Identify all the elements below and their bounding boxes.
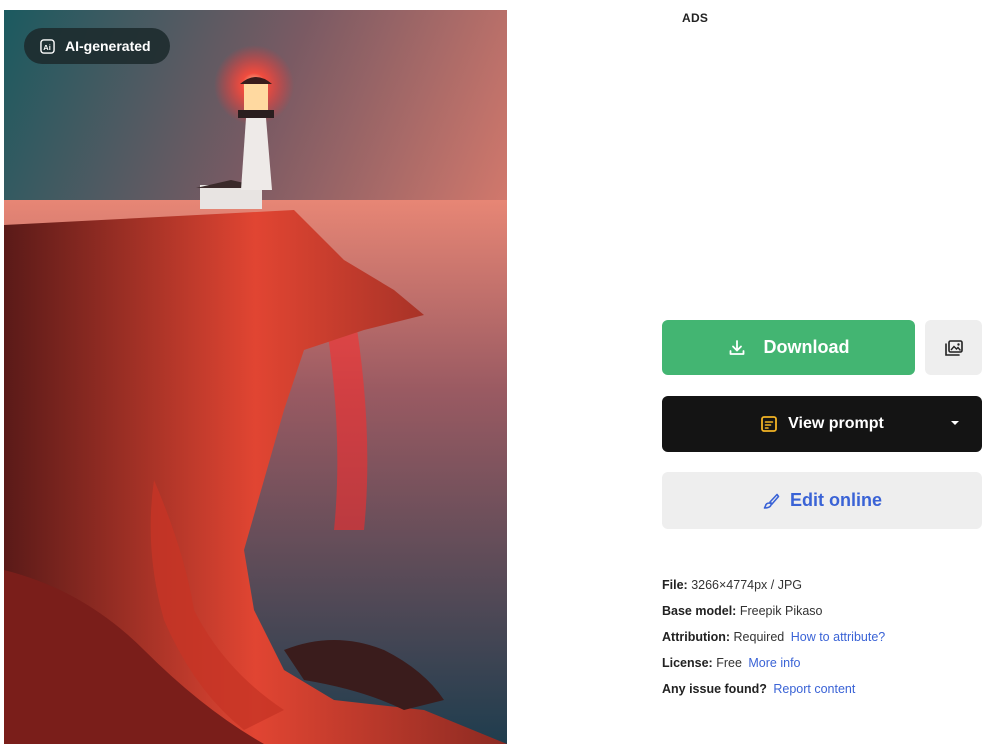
lighthouse-illustration [4, 10, 507, 744]
file-row: File: 3266×4774px / JPG [662, 576, 885, 602]
chevron-down-icon[interactable] [950, 418, 960, 428]
base-model-key: Base model: [662, 604, 737, 618]
add-to-collection-button[interactable] [925, 320, 982, 375]
base-model-value: Freepik Pikaso [739, 604, 823, 618]
edit-online-label: Edit online [790, 490, 882, 510]
attribution-value: Required [733, 630, 785, 644]
file-key: File: [662, 578, 688, 592]
issue-row: Any issue found? Report content [662, 680, 885, 706]
edit-online-button[interactable]: Edit online [662, 472, 982, 529]
issue-key: Any issue found? [662, 682, 767, 696]
file-details: File: 3266×4774px / JPG Base model: Free… [662, 576, 885, 706]
add-to-collection-icon [944, 339, 963, 356]
ai-generated-label: AI-generated [65, 38, 151, 54]
more-info-link[interactable]: More info [748, 656, 800, 670]
base-model-row: Base model: Freepik Pikaso [662, 602, 885, 628]
file-value: 3266×4774px / JPG [691, 578, 803, 592]
brush-icon [763, 493, 780, 509]
license-row: License: Free More info [662, 654, 885, 680]
prompt-icon [761, 416, 778, 432]
download-icon [729, 339, 744, 355]
view-prompt-button[interactable]: View prompt [662, 396, 982, 452]
license-key: License: [662, 656, 713, 670]
download-button[interactable]: Download [662, 320, 915, 375]
svg-text:Ai: Ai [43, 42, 51, 51]
attribution-row: Attribution: Required How to attribute? [662, 628, 885, 654]
ads-label: ADS [682, 11, 709, 25]
report-content-link[interactable]: Report content [773, 682, 855, 696]
ai-sparkle-icon: Ai [40, 38, 55, 54]
license-value: Free [716, 656, 742, 670]
view-prompt-label: View prompt [788, 415, 884, 432]
download-label: Download [763, 337, 850, 357]
image-preview[interactable]: Ai AI-generated [4, 10, 507, 744]
ai-generated-badge: Ai AI-generated [24, 28, 170, 64]
how-to-attribute-link[interactable]: How to attribute? [791, 630, 886, 644]
attribution-key: Attribution: [662, 630, 731, 644]
